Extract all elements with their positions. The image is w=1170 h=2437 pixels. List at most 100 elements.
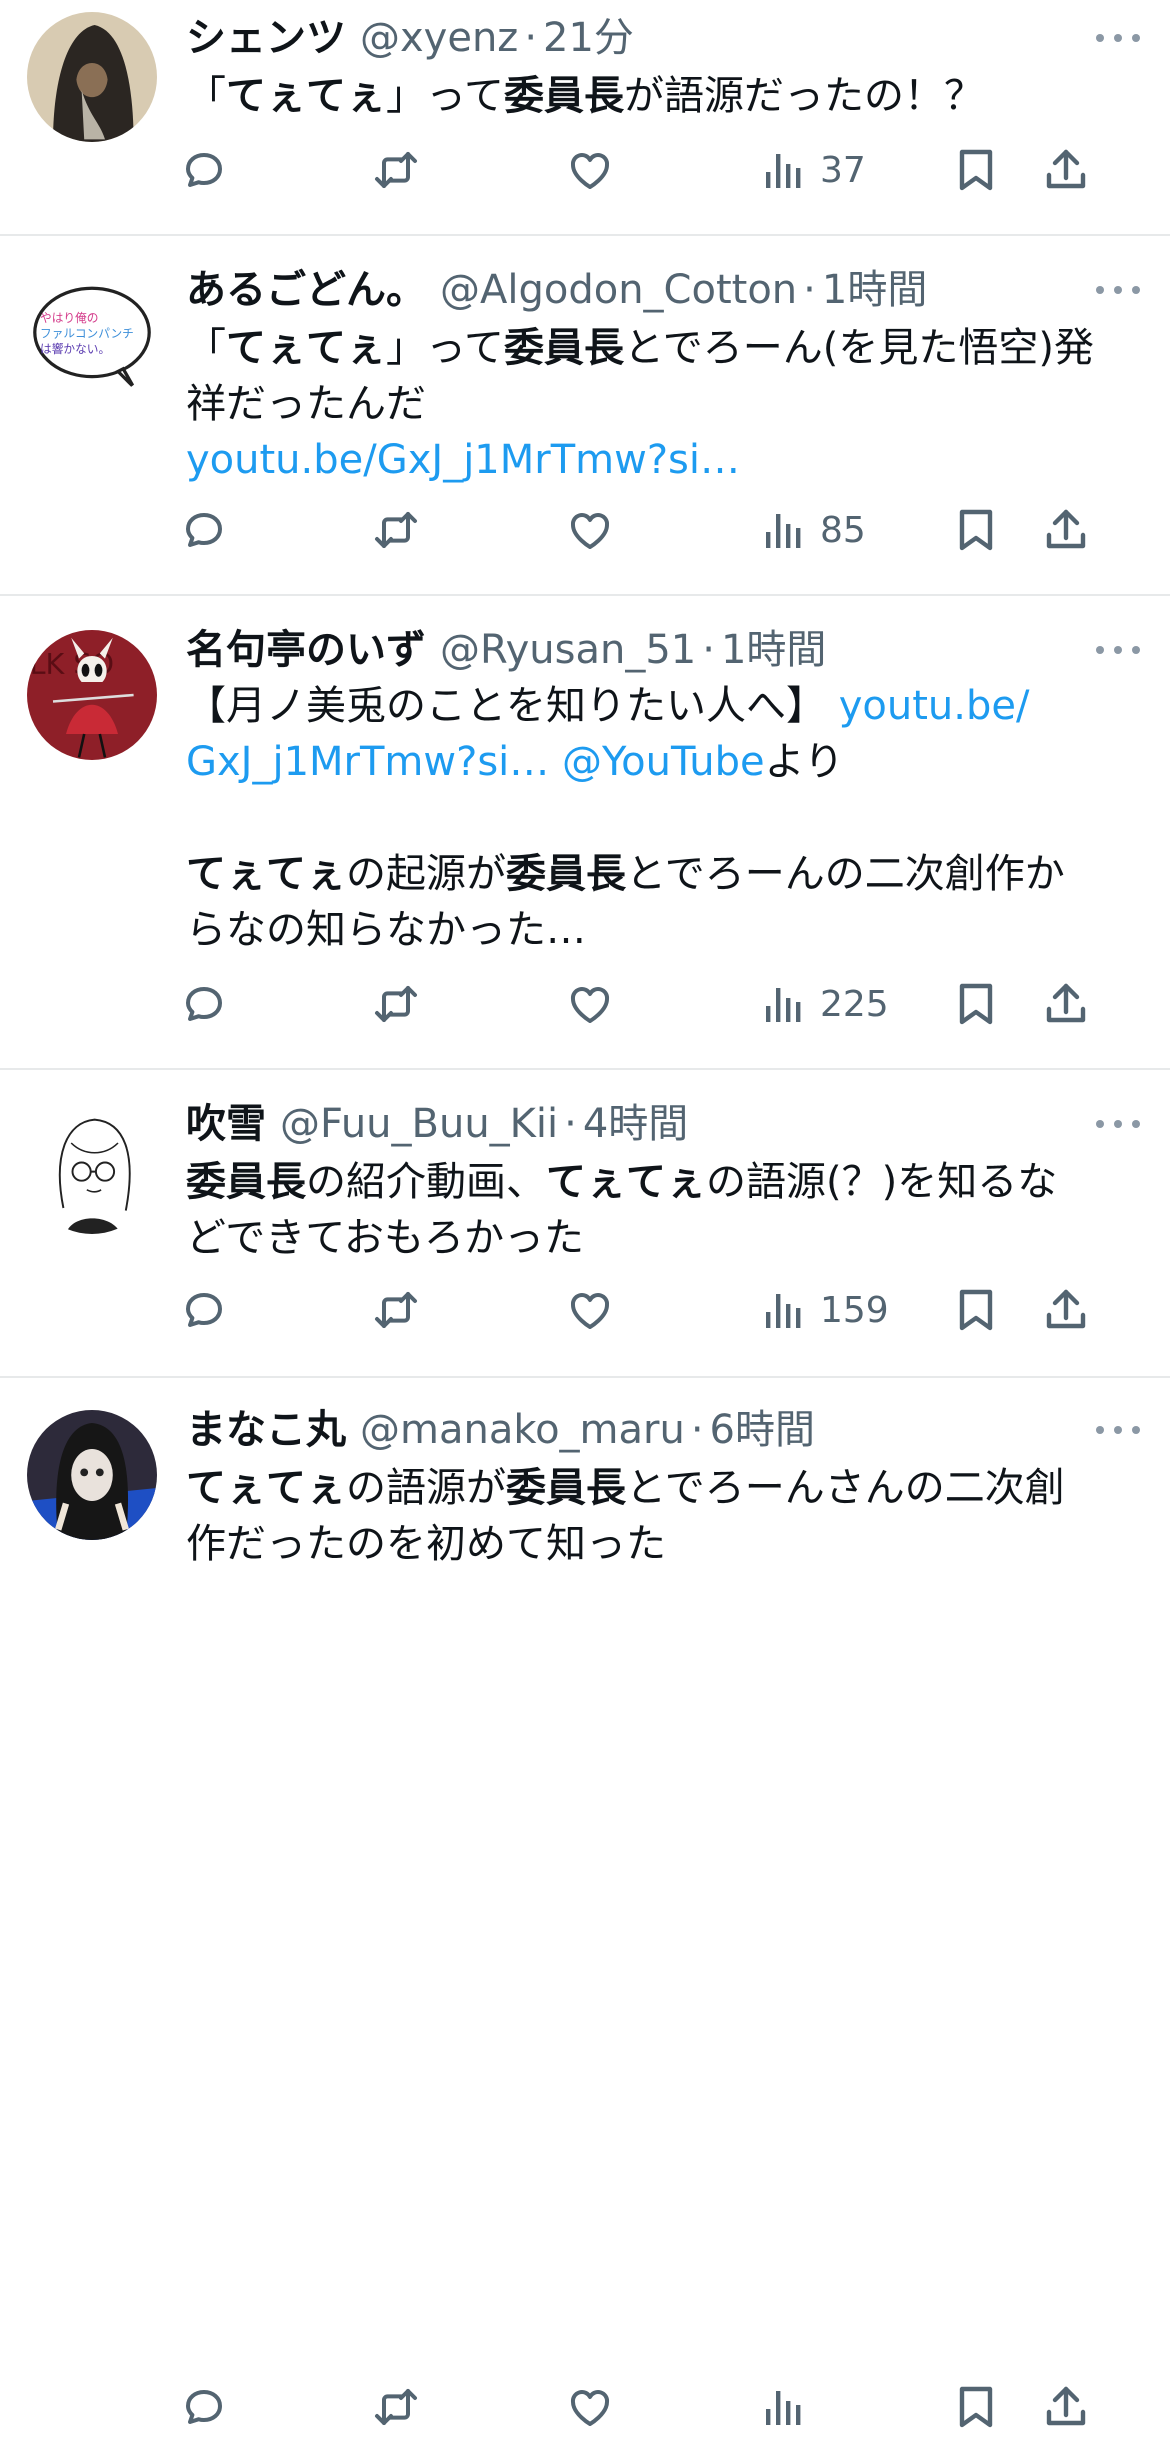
reply-icon — [180, 2383, 228, 2431]
timestamp[interactable]: 21分 — [543, 8, 634, 68]
display-name[interactable]: あるごどん。 — [186, 260, 426, 320]
bookmark-icon — [952, 146, 1000, 194]
bookmark-button[interactable] — [952, 1280, 1000, 1340]
retweet-button[interactable] — [372, 140, 420, 200]
like-button[interactable] — [566, 140, 614, 200]
reply-button[interactable] — [180, 500, 228, 560]
avatar[interactable] — [27, 1104, 157, 1234]
user-handle[interactable]: @xyenz — [360, 8, 518, 68]
text-segment: 作だったのを初めて知った — [186, 1521, 666, 1567]
share-icon — [1042, 2383, 1090, 2431]
display-name[interactable]: 名句亭のいず — [186, 620, 426, 680]
url-link[interactable]: youtu.be/ — [839, 683, 1030, 729]
share-button[interactable] — [1042, 2377, 1090, 2437]
bookmark-button[interactable] — [952, 500, 1000, 560]
bookmark-button[interactable] — [952, 140, 1000, 200]
timeline: シェンツ @xyenz · 21分 「てぇてぇ」って委員長が語源だったの！？ 37 やはり俺… — [0, 0, 1170, 2428]
timestamp[interactable]: 4時間 — [583, 1094, 688, 1154]
reply-button[interactable] — [180, 1280, 228, 1340]
retweet-icon — [372, 146, 420, 194]
user-handle[interactable]: @Algodon_Cotton — [440, 260, 797, 320]
share-button[interactable] — [1042, 974, 1090, 1034]
display-name[interactable]: まなこ丸 — [186, 1400, 346, 1460]
share-icon — [1042, 506, 1090, 554]
tweet[interactable]: まなこ丸 @manako_maru · 6時間 てぇてぇの語源が委員長とでろーんさんの二… — [0, 1378, 1170, 2428]
avatar[interactable]: LK SO — [27, 630, 157, 760]
more-icon[interactable] — [1096, 1420, 1140, 1440]
tweet-text-line: 祥だったんだ — [186, 376, 1126, 432]
more-icon[interactable] — [1096, 28, 1140, 48]
view-count: 85 — [820, 509, 866, 551]
share-icon — [1042, 1286, 1090, 1334]
views-icon — [760, 146, 808, 194]
avatar[interactable]: やはり俺の ファルコンパンチ は響かない。 — [27, 270, 157, 400]
views-button[interactable] — [760, 2377, 820, 2437]
tweet[interactable]: 吹雪 @Fuu_Buu_Kii · 4時間 委員長の紹介動画、てぇてぇの語源(？)を知る… — [0, 1070, 1170, 1378]
url-link[interactable]: youtu.be/GxJ_j1MrTmw?si… — [186, 437, 740, 483]
timestamp[interactable]: 1時間 — [822, 260, 927, 320]
like-button[interactable] — [566, 974, 614, 1034]
timestamp[interactable]: 6時間 — [710, 1400, 815, 1460]
share-button[interactable] — [1042, 500, 1090, 560]
display-name[interactable]: シェンツ — [186, 8, 346, 68]
retweet-icon — [372, 506, 420, 554]
tweet-text: てぇてぇの語源が委員長とでろーんさんの二次創 作だったのを初めて知った — [186, 1460, 1126, 1572]
reply-icon — [180, 506, 228, 554]
text-segment: とでろーんさんの二次創 — [626, 1465, 1065, 1511]
bookmark-button[interactable] — [952, 2377, 1000, 2437]
views-button[interactable]: 159 — [760, 1280, 889, 1340]
share-button[interactable] — [1042, 140, 1090, 200]
like-icon — [566, 506, 614, 554]
retweet-button[interactable] — [372, 500, 420, 560]
like-button[interactable] — [566, 1280, 614, 1340]
text-segment: の語源が — [346, 1465, 506, 1511]
retweet-button[interactable] — [372, 1280, 420, 1340]
highlighted-text: 委員長 — [506, 851, 626, 897]
user-handle[interactable]: @manako_maru — [360, 1400, 685, 1460]
tweet[interactable]: シェンツ @xyenz · 21分 「てぇてぇ」って委員長が語源だったの！？ 37 — [0, 0, 1170, 236]
more-icon[interactable] — [1096, 280, 1140, 300]
share-button[interactable] — [1042, 1280, 1090, 1340]
retweet-icon — [372, 980, 420, 1028]
like-icon — [566, 146, 614, 194]
text-segment: の起源が — [346, 851, 506, 897]
more-icon[interactable] — [1096, 1114, 1140, 1134]
action-bar: 37 — [0, 140, 1170, 200]
user-handle[interactable]: @Ryusan_51 — [440, 620, 696, 680]
user-handle[interactable]: @Fuu_Buu_Kii — [280, 1094, 558, 1154]
avatar[interactable] — [27, 12, 157, 142]
views-button[interactable]: 37 — [760, 140, 866, 200]
reply-button[interactable] — [180, 140, 228, 200]
tweet-text-line: らなの知らなかった… — [186, 902, 1126, 958]
tweet[interactable]: やはり俺の ファルコンパンチ は響かない。 あるごどん。 @Algodon_Cotton… — [0, 236, 1170, 596]
tweet-text-line: 「てぇてぇ」って委員長とでろーん(を見た悟空)発 — [186, 320, 1126, 376]
views-button[interactable]: 225 — [760, 974, 889, 1034]
highlighted-text: てぇてぇ — [546, 1159, 706, 1205]
text-segment — [549, 739, 562, 785]
retweet-button[interactable] — [372, 974, 420, 1034]
highlighted-text: 委員長 — [504, 73, 624, 119]
like-button[interactable] — [566, 500, 614, 560]
like-button[interactable] — [566, 2377, 614, 2437]
retweet-button[interactable] — [372, 2377, 420, 2437]
avatar[interactable] — [27, 1410, 157, 1540]
action-bar — [0, 2377, 1170, 2437]
tweet[interactable]: LK SO 名句亭のいず @Ryusan_51 · 1時間 【月ノ美兎のことを知りたい人へ… — [0, 596, 1170, 1070]
svg-text:やはり俺の: やはり俺の — [40, 311, 98, 325]
reply-button[interactable] — [180, 2377, 228, 2437]
url-link[interactable]: GxJ_j1MrTmw?si… — [186, 739, 549, 785]
tweet-text: 【月ノ美兎のことを知りたい人へ】 youtu.be/GxJ_j1MrTmw?si… — [186, 678, 1126, 958]
tweet-header: まなこ丸 @manako_maru · 6時間 — [186, 1400, 1080, 1460]
display-name[interactable]: 吹雪 — [186, 1094, 266, 1154]
like-icon — [566, 980, 614, 1028]
timestamp[interactable]: 1時間 — [721, 620, 826, 680]
bookmark-icon — [952, 1286, 1000, 1334]
mention-link[interactable]: @YouTube — [562, 739, 765, 785]
reply-icon — [180, 980, 228, 1028]
reply-button[interactable] — [180, 974, 228, 1034]
text-segment: が語源だったの！？ — [624, 73, 984, 119]
views-icon — [760, 2383, 808, 2431]
more-icon[interactable] — [1096, 640, 1140, 660]
views-button[interactable]: 85 — [760, 500, 866, 560]
bookmark-button[interactable] — [952, 974, 1000, 1034]
